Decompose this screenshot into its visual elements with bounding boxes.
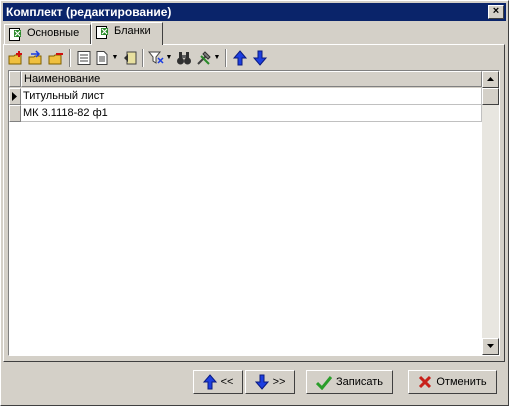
scroll-up-arrow-icon — [487, 77, 494, 81]
checkmark-icon — [315, 376, 332, 390]
report-button[interactable] — [121, 48, 139, 68]
move-down-icon — [252, 50, 268, 66]
table-row[interactable]: Титульный лист — [9, 88, 482, 105]
grid-header: Наименование — [9, 71, 482, 88]
tab-blanki[interactable]: Бланки — [91, 22, 163, 45]
chevron-down-icon: ▼ — [213, 54, 221, 61]
grid-body: Наименование Титульный лист МК 3.1118-82… — [9, 71, 482, 355]
report-icon — [124, 51, 137, 65]
tab-label: Основные — [27, 27, 80, 39]
column-header-name[interactable]: Наименование — [21, 71, 482, 87]
add-sub-folder-icon — [28, 50, 42, 65]
cancel-label: Отменить — [436, 376, 487, 388]
row-indicator — [9, 88, 21, 105]
cancel-button[interactable]: Отменить — [408, 370, 497, 394]
tools-dropdown[interactable]: ▼ — [213, 48, 221, 68]
arrow-up-icon — [202, 374, 217, 390]
properties-button[interactable] — [75, 48, 93, 68]
cross-icon — [419, 375, 432, 389]
add-folder-button[interactable] — [7, 48, 25, 68]
document-dropdown[interactable]: ▼ — [111, 48, 119, 68]
filter-icon — [148, 51, 164, 64]
toolbar-separator — [142, 49, 144, 67]
filter-button[interactable] — [147, 48, 165, 68]
tools-icon — [197, 51, 211, 65]
arrow-down-icon — [254, 374, 269, 390]
filter-dropdown[interactable]: ▼ — [165, 48, 173, 68]
toolbar-separator — [69, 49, 71, 67]
add-sub-folder-button[interactable] — [27, 48, 45, 68]
previous-record-button[interactable]: << — [193, 370, 243, 394]
add-folder-icon — [8, 51, 22, 65]
chevron-down-icon: ▼ — [111, 54, 119, 61]
row-indicator — [9, 105, 21, 122]
toolbar-separator — [225, 49, 227, 67]
tab-osnovnye[interactable]: Основные — [4, 24, 91, 44]
move-up-icon — [232, 50, 248, 66]
toolbar: ▼ ▼ ▼ — [5, 48, 503, 68]
move-up-button[interactable] — [231, 48, 249, 68]
title-bar[interactable]: Комплект (редактирование) — [3, 3, 506, 21]
close-button[interactable]: × — [488, 5, 504, 19]
header-indicator — [9, 71, 21, 87]
chevron-down-icon: ▼ — [165, 54, 173, 61]
remove-folder-button[interactable] — [47, 48, 65, 68]
cell-text: Титульный лист — [23, 90, 105, 102]
current-row-arrow-icon — [12, 92, 17, 101]
next-record-button[interactable]: >> — [245, 370, 295, 394]
window-title: Комплект (редактирование) — [6, 5, 172, 19]
close-icon: × — [492, 5, 500, 17]
save-button[interactable]: Записать — [306, 370, 393, 394]
cell-text: МК 3.1118-82 ф1 — [23, 107, 108, 119]
table-row[interactable]: МК 3.1118-82 ф1 — [9, 105, 482, 122]
scroll-thumb[interactable] — [482, 88, 499, 105]
document-button[interactable] — [93, 48, 111, 68]
forms-grid[interactable]: Наименование Титульный лист МК 3.1118-82… — [8, 70, 500, 356]
next-label: >> — [272, 376, 286, 388]
find-binoculars-icon — [177, 52, 191, 65]
scroll-down-button[interactable] — [482, 338, 499, 355]
vertical-scrollbar[interactable] — [482, 71, 499, 355]
column-header-label: Наименование — [24, 73, 101, 85]
document-x-icon — [9, 28, 21, 41]
properties-icon — [77, 51, 91, 65]
cell-name[interactable]: Титульный лист — [21, 88, 482, 105]
scroll-down-arrow-icon — [487, 344, 494, 348]
document-x-icon — [96, 26, 108, 39]
scroll-up-button[interactable] — [482, 71, 499, 88]
remove-folder-icon — [48, 53, 63, 65]
document-icon — [96, 51, 108, 65]
find-button[interactable] — [175, 48, 193, 68]
tools-button[interactable] — [195, 48, 213, 68]
cell-name[interactable]: МК 3.1118-82 ф1 — [21, 105, 482, 122]
move-down-button[interactable] — [251, 48, 269, 68]
previous-label: << — [220, 376, 234, 388]
tab-label: Бланки — [114, 25, 151, 37]
save-label: Записать — [335, 376, 383, 388]
